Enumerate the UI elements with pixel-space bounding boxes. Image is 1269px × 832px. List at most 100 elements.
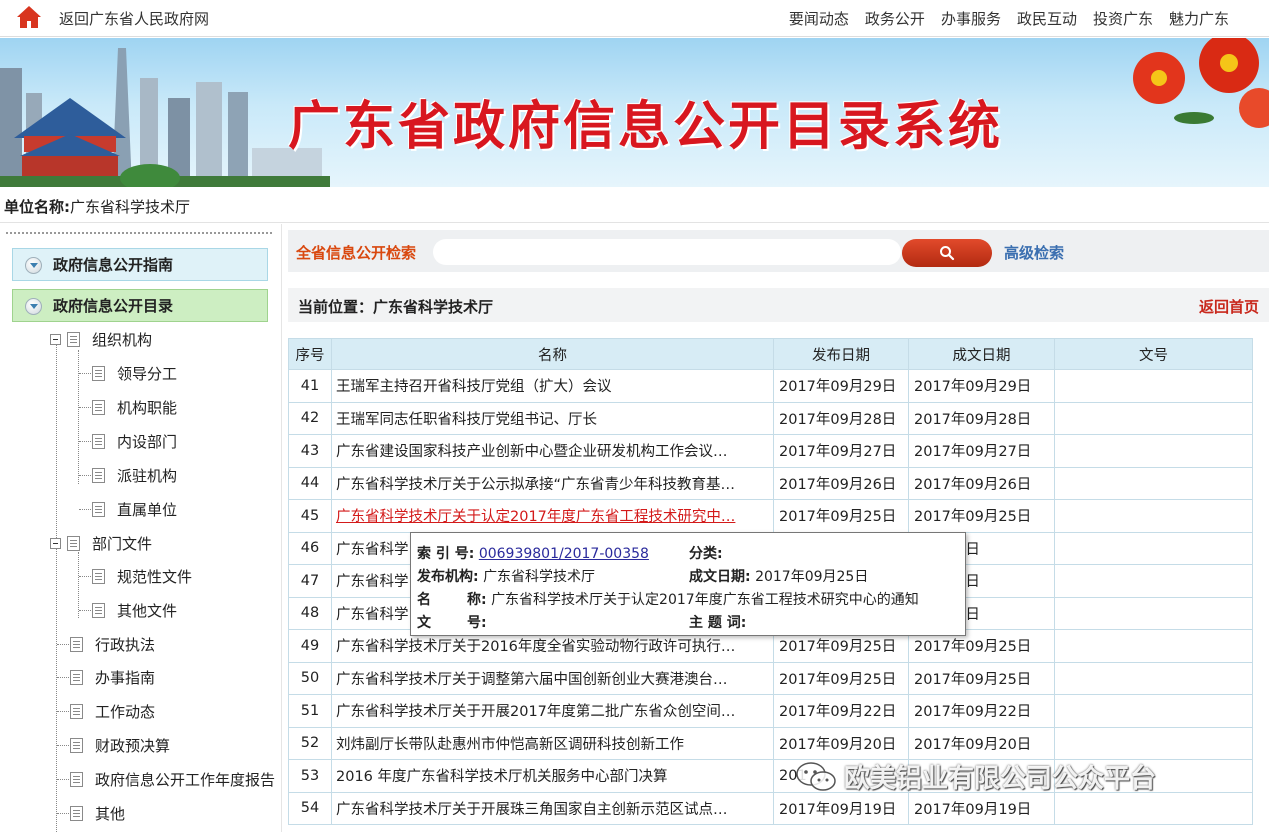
search-button[interactable] bbox=[902, 239, 992, 267]
publish-date: 2017年09月27日 bbox=[773, 434, 909, 468]
tree-item-work-news[interactable]: 工作动态 bbox=[70, 699, 155, 723]
row-number: 43 bbox=[288, 434, 332, 468]
document-icon bbox=[92, 501, 105, 517]
document-title-link[interactable]: 广东省科学技术厅关于认定2017年度广东省工程技术研究中… bbox=[331, 499, 774, 533]
tree-item-org[interactable]: 组织机构 bbox=[50, 327, 152, 351]
table-row[interactable]: 51 广东省科学技术厅关于开展2017年度第二批广东省众创空间… 2017年09月2… bbox=[288, 694, 1253, 728]
nav-invest[interactable]: 投资广东 bbox=[1093, 8, 1153, 29]
tree-item-other[interactable]: 其他 bbox=[70, 801, 125, 825]
tree-item-budget[interactable]: 财政预决算 bbox=[70, 733, 170, 757]
document-number bbox=[1054, 369, 1253, 403]
return-home-link[interactable]: 返回首页 bbox=[1199, 296, 1259, 317]
document-number bbox=[1054, 564, 1253, 598]
row-number-text: 47 bbox=[300, 572, 320, 589]
sidebar-dotted-divider bbox=[6, 232, 272, 234]
row-number-text: 44 bbox=[300, 475, 320, 492]
table-row[interactable]: 41 王瑞军主持召开省科技厅党组（扩大）会议 2017年09月29日 2017年09月… bbox=[288, 369, 1253, 403]
col-header-pub-date: 发布日期 bbox=[773, 338, 909, 370]
document-title-link-text: 广东省科学技术厅关于开展2017年度第二批广东省众创空间… bbox=[336, 704, 736, 721]
document-title-link[interactable]: 广东省科学技术厅关于公示拟承接“广东省青少年科技教育基… bbox=[331, 466, 774, 500]
document-title-link-text: 王瑞军同志任职省科技厅党组书记、厅长 bbox=[336, 411, 597, 428]
tree-item-enforcement[interactable]: 行政执法 bbox=[70, 632, 155, 656]
table-row[interactable]: 50 广东省科学技术厅关于调整第六届中国创新创业大赛港澳台… 2017年09月25日… bbox=[288, 661, 1253, 695]
tree-item-dept-files[interactable]: 部门文件 bbox=[50, 531, 152, 555]
publish-date: 2017年09月22日 bbox=[773, 694, 909, 728]
home-icon[interactable] bbox=[16, 5, 42, 29]
document-title-link[interactable]: 刘炜副厅长带队赴惠州市仲恺高新区调研科技创新工作 bbox=[331, 726, 774, 760]
row-number: 49 bbox=[288, 629, 332, 663]
document-title-link[interactable]: 王瑞军主持召开省科技厅党组（扩大）会议 bbox=[331, 369, 774, 403]
document-title-link-text: 广东省科学技术厅关于2016年度全省实验动物行政许可执行… bbox=[336, 639, 736, 656]
publish-date-text: 2017年09月26日 bbox=[779, 476, 897, 493]
document-number bbox=[1054, 629, 1253, 663]
publish-date-text: 2017年09月29日 bbox=[779, 379, 897, 396]
row-number-text: 52 bbox=[300, 735, 320, 752]
written-date: 2017年09月25日 bbox=[908, 661, 1055, 695]
document-title-link[interactable]: 广东省科学技术厅关于开展2017年度第二批广东省众创空间… bbox=[331, 694, 774, 728]
table-row[interactable]: 44 广东省科学技术厅关于公示拟承接“广东省青少年科技教育基… 2017年09月26… bbox=[288, 466, 1253, 500]
col-header-no: 序号 bbox=[288, 338, 332, 370]
document-info-tooltip: 索 引 号: 006939801/2017-00358 分类: 发布机构: 广东… bbox=[410, 532, 966, 636]
table-row[interactable]: 42 王瑞军同志任职省科技厅党组书记、厅长 2017年09月28日 2017年09月2… bbox=[288, 401, 1253, 435]
back-to-gov-link[interactable]: 返回广东省人民政府网 bbox=[59, 8, 209, 29]
written-date-text: 2017年09月20日 bbox=[914, 736, 1032, 753]
row-number: 54 bbox=[288, 791, 332, 825]
document-title-link[interactable]: 广东省建设国家科技产业创新中心暨企业研发机构工作会议… bbox=[331, 434, 774, 468]
publish-date-text: 2017年09月27日 bbox=[779, 444, 897, 461]
written-date-text: 2017年09月26日 bbox=[914, 476, 1032, 493]
wechat-icon bbox=[796, 761, 836, 791]
tree-item-normative[interactable]: 规范性文件 bbox=[92, 564, 192, 588]
document-title-link[interactable]: 广东省科学技术厅关于调整第六届中国创新创业大赛港澳台… bbox=[331, 661, 774, 695]
collapse-icon[interactable] bbox=[50, 333, 61, 345]
nav-services[interactable]: 办事服务 bbox=[941, 8, 1001, 29]
flower-decoration bbox=[1133, 38, 1269, 128]
document-number bbox=[1054, 434, 1253, 468]
table-row[interactable]: 54 广东省科学技术厅关于开展珠三角国家自主创新示范区试点… 2017年09月19日… bbox=[288, 791, 1253, 825]
search-label: 全省信息公开检索 bbox=[296, 244, 417, 262]
row-number: 46 bbox=[288, 531, 332, 565]
tree-item-guide[interactable]: 办事指南 bbox=[70, 665, 155, 689]
document-title-link-text: 广东省建设国家科技产业创新中心暨企业研发机构工作会议… bbox=[336, 444, 728, 461]
document-title-link[interactable]: 王瑞军同志任职省科技厅党组书记、厅长 bbox=[331, 401, 774, 435]
tree-item-affiliated[interactable]: 直属单位 bbox=[92, 497, 177, 521]
document-title-link[interactable]: 2016 年度广东省科学技术厅机关服务中心部门决算 bbox=[331, 759, 774, 793]
search-bar: 全省信息公开检索 高级检索 bbox=[288, 230, 1269, 272]
document-number bbox=[1054, 596, 1253, 630]
document-title-link[interactable]: 广东省科学技术厅关于开展珠三角国家自主创新示范区试点… bbox=[331, 791, 774, 825]
document-icon bbox=[70, 703, 83, 719]
publish-date: 2017年09月26日 bbox=[773, 466, 909, 500]
publish-date: 2017年09月29日 bbox=[773, 369, 909, 403]
publish-date: 2017年09月19日 bbox=[773, 791, 909, 825]
nav-affairs[interactable]: 政务公开 bbox=[865, 8, 925, 29]
nav-interaction[interactable]: 政民互动 bbox=[1017, 8, 1077, 29]
row-number: 53 bbox=[288, 759, 332, 793]
nav-news[interactable]: 要闻动态 bbox=[789, 8, 849, 29]
search-input[interactable] bbox=[433, 239, 901, 265]
written-date: 2017年09月29日 bbox=[908, 369, 1055, 403]
index-number-link[interactable]: 006939801/2017-00358 bbox=[479, 546, 649, 562]
sidebar-guide-button[interactable]: 政府信息公开指南 bbox=[12, 248, 268, 281]
table-row[interactable]: 52 刘炜副厅长带队赴惠州市仲恺高新区调研科技创新工作 2017年09月20日 201… bbox=[288, 726, 1253, 760]
unit-name-row: 单位名称:广东省科学技术厅 bbox=[4, 196, 190, 217]
row-number-text: 46 bbox=[300, 540, 320, 557]
collapse-icon[interactable] bbox=[50, 537, 61, 549]
document-icon bbox=[70, 805, 83, 821]
tree-item-leadership[interactable]: 领导分工 bbox=[92, 361, 177, 385]
written-date-text: 2017年09月29日 bbox=[914, 379, 1032, 396]
unit-label: 单位名称: bbox=[4, 198, 70, 216]
sidebar: 政府信息公开指南 政府信息公开目录 组织机构 领导分工 机构职能 内设部门 派驻… bbox=[0, 224, 282, 832]
table-row[interactable]: 45 广东省科学技术厅关于认定2017年度广东省工程技术研究中… 2017年09月2… bbox=[288, 499, 1253, 533]
document-icon bbox=[92, 568, 105, 584]
tree-item-dispatched[interactable]: 派驻机构 bbox=[92, 463, 177, 487]
document-number bbox=[1054, 694, 1253, 728]
row-number: 51 bbox=[288, 694, 332, 728]
table-row[interactable]: 43 广东省建设国家科技产业创新中心暨企业研发机构工作会议… 2017年09月27日… bbox=[288, 434, 1253, 468]
nav-charm[interactable]: 魅力广东 bbox=[1169, 8, 1229, 29]
tree-item-functions[interactable]: 机构职能 bbox=[92, 395, 177, 419]
tree-item-annual-report[interactable]: 政府信息公开工作年度报告 bbox=[70, 767, 278, 791]
tree-item-other-files[interactable]: 其他文件 bbox=[92, 598, 177, 622]
sidebar-catalog-button[interactable]: 政府信息公开目录 bbox=[12, 289, 268, 322]
tree-item-departments[interactable]: 内设部门 bbox=[92, 429, 177, 453]
advanced-search-link[interactable]: 高级检索 bbox=[1004, 242, 1064, 263]
row-number-text: 42 bbox=[300, 410, 320, 427]
